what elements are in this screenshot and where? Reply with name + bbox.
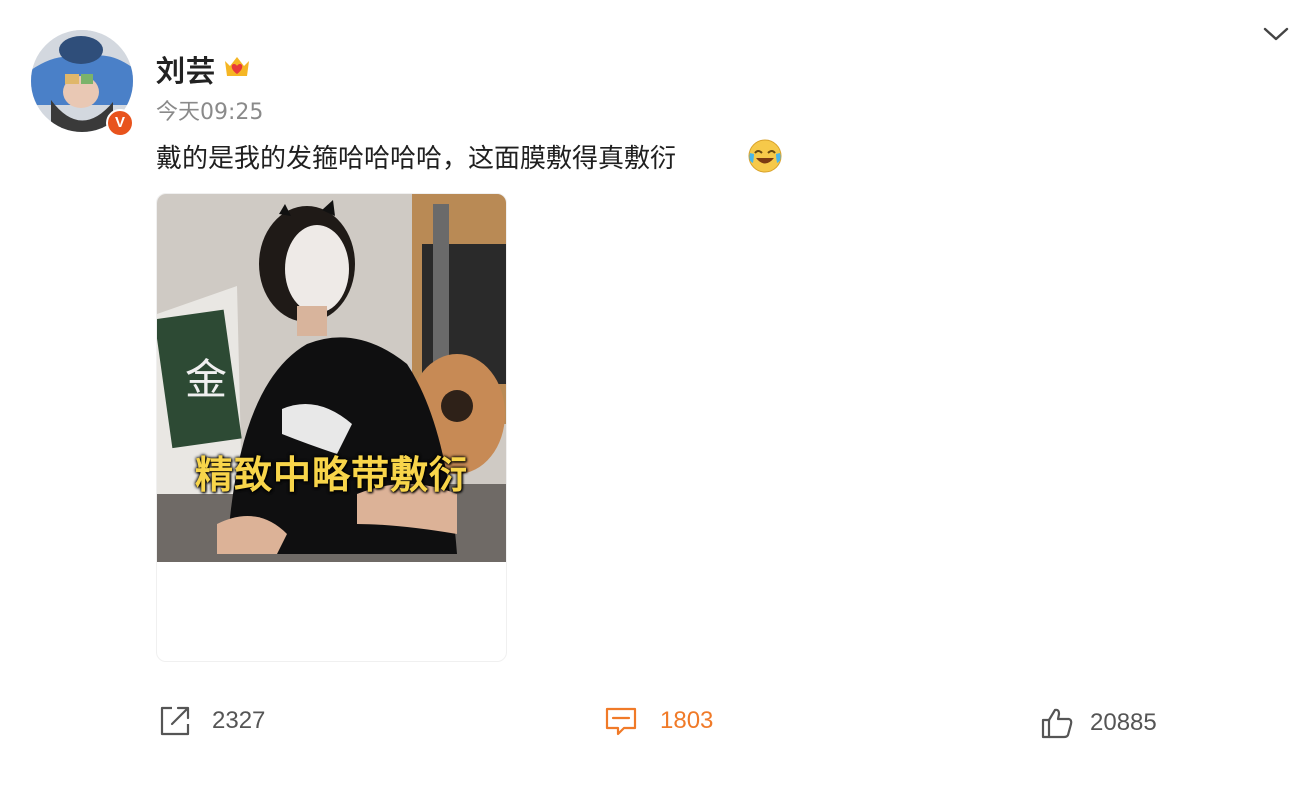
verified-badge: V (106, 109, 134, 137)
laugh-cry-emoji-icon (748, 139, 782, 173)
crown-heart-icon (225, 57, 249, 76)
chevron-down-icon[interactable] (1262, 24, 1290, 44)
media-card[interactable]: 金 精致中略带敷衍 (156, 193, 507, 662)
comment-icon (605, 707, 637, 736)
username[interactable]: 刘芸 (156, 48, 216, 90)
share-button[interactable]: 2327 (158, 703, 265, 739)
media-image[interactable]: 金 精致中略带敷衍 (157, 194, 506, 562)
like-button[interactable]: 20885 (1040, 705, 1157, 741)
thumbs-up-icon (1041, 708, 1073, 739)
image-subtitle: 精致中略带敷衍 (194, 453, 468, 497)
like-count: 20885 (1090, 709, 1157, 736)
share-count: 2327 (212, 707, 266, 734)
comment-count: 1803 (660, 707, 714, 734)
weibo-post-card: V 刘芸 今天09:25 戴的是我的发箍哈哈哈哈，这面膜敷得真敷衍 金 精致中略… (0, 0, 1308, 794)
comment-button[interactable]: 1803 (604, 703, 713, 739)
share-icon (160, 706, 190, 736)
post-time: 今天09:25 (156, 100, 264, 125)
post-text: 戴的是我的发箍哈哈哈哈，这面膜敷得真敷衍 (156, 144, 677, 174)
svg-text:金: 金 (185, 355, 227, 404)
